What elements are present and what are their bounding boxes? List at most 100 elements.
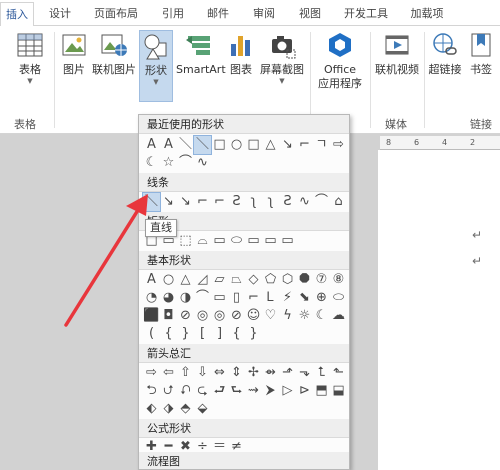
tab-review[interactable]: 审阅 (246, 0, 282, 26)
shape-item[interactable]: ⑧ (330, 271, 347, 289)
shape-item[interactable]: ⬖ (143, 400, 160, 418)
shape-item[interactable]: ＼ (177, 136, 194, 154)
shape-item[interactable]: ⌐ (245, 289, 262, 307)
shape-item[interactable]: ○ (160, 271, 177, 289)
shape-item[interactable]: ⇧ (177, 364, 194, 382)
shape-item[interactable]: ◿ (194, 271, 211, 289)
tab-insert[interactable]: 插入 (0, 2, 34, 27)
shape-item[interactable]: ◎ (194, 307, 211, 325)
shape-item[interactable]: ⌓ (194, 232, 211, 250)
arc-item[interactable]: ⌒ (313, 193, 330, 211)
shape-item[interactable]: ⬡ (279, 271, 296, 289)
shape-item[interactable]: ⬏ (279, 364, 296, 382)
shape-item[interactable]: [ (194, 325, 211, 343)
shape-item[interactable]: ⮞ (262, 382, 279, 400)
shape-item[interactable]: ⮍ (160, 382, 177, 400)
tab-developer[interactable]: 开发工具 (338, 0, 394, 26)
shape-item[interactable]: ◎ (211, 307, 228, 325)
shape-item[interactable]: ] (211, 325, 228, 343)
curved-arrow-item[interactable]: ʅ (245, 193, 262, 211)
shape-item[interactable]: △ (262, 136, 279, 154)
shape-item[interactable]: ⇩ (194, 364, 211, 382)
shape-item[interactable]: ⬚ (177, 232, 194, 250)
shape-item[interactable]: ⇦ (160, 364, 177, 382)
smartart-button[interactable]: SmartArt (176, 30, 226, 77)
shape-item[interactable]: ⊘ (177, 307, 194, 325)
shape-item[interactable]: ⬭ (228, 232, 245, 250)
freeform-item[interactable]: ∿ (296, 193, 313, 211)
shape-item[interactable]: A (160, 136, 177, 154)
shape-item[interactable]: ▭ (245, 232, 262, 250)
shape-item[interactable]: ⬠ (262, 271, 279, 289)
shape-item[interactable]: ⬭ (330, 289, 347, 307)
shape-item[interactable]: ▭ (262, 232, 279, 250)
shape-item[interactable]: □ (245, 136, 262, 154)
shape-item[interactable]: { (160, 325, 177, 343)
shape-item[interactable]: ⬑ (330, 364, 347, 382)
shape-item[interactable]: ⮑ (228, 382, 245, 400)
shape-item[interactable]: ⇕ (228, 364, 245, 382)
shape-item[interactable]: ◕ (160, 289, 177, 307)
elbow-arrow-item[interactable]: ⌐ (211, 193, 228, 211)
elbow-connector-item[interactable]: ⌐ (194, 193, 211, 211)
horizontal-ruler[interactable]: 8 6 4 2 (380, 136, 500, 150)
shape-item[interactable]: ⌒ (177, 154, 194, 172)
tab-design[interactable]: 设计 (42, 0, 78, 26)
shape-item[interactable]: ⇨ (143, 364, 160, 382)
shape-item[interactable]: ⊕ (313, 289, 330, 307)
shape-item[interactable]: ( (143, 325, 160, 343)
double-arrow-shape-item[interactable]: ↘ (177, 193, 194, 211)
shape-item[interactable]: Ꮮ (262, 289, 279, 307)
shape-item[interactable]: ⬒ (313, 382, 330, 400)
shape-item[interactable]: ⬓ (330, 382, 347, 400)
table-button[interactable]: 表格 ▼ (12, 30, 48, 85)
shape-item[interactable]: ☾ (313, 307, 330, 325)
shape-item[interactable]: □ (211, 136, 228, 154)
shape-item[interactable]: ⇨ (330, 136, 347, 154)
shape-item[interactable]: ⯃ (296, 271, 313, 289)
shape-item[interactable]: ⊘ (228, 307, 245, 325)
shape-item[interactable]: ⮐ (211, 382, 228, 400)
document-page[interactable]: ↵ ↵ (378, 150, 500, 470)
shape-item[interactable]: ϟ (279, 307, 296, 325)
shape-item[interactable]: ⇔ (211, 364, 228, 382)
shape-item[interactable]: ◑ (177, 289, 194, 307)
shape-item[interactable]: ▭ (211, 289, 228, 307)
shape-item[interactable]: ↘ (279, 136, 296, 154)
shape-item[interactable]: ㄱ (313, 136, 330, 154)
tab-add-ins[interactable]: 加载项 (404, 0, 450, 26)
shape-item[interactable]: ▱ (211, 271, 228, 289)
shape-item[interactable]: ◔ (143, 289, 160, 307)
curve-item[interactable]: Ƨ (279, 193, 296, 211)
shape-item[interactable]: ⚡ (279, 289, 296, 307)
shape-item[interactable]: ⇴ (262, 364, 279, 382)
tab-page-layout[interactable]: 页面布局 (88, 0, 144, 26)
arrow-line-shape-item[interactable]: ↘ (160, 193, 177, 211)
shapes-button[interactable]: 形状 ▼ (139, 30, 173, 102)
shape-item[interactable]: ▯ (228, 289, 245, 307)
shape-item[interactable]: ♡ (262, 307, 279, 325)
shape-item[interactable]: ⑦ (313, 271, 330, 289)
tab-references[interactable]: 引用 (155, 0, 191, 26)
shape-item[interactable]: ⬛ (143, 307, 160, 325)
shape-item[interactable]: ⮤ (313, 364, 330, 382)
shape-item[interactable]: ⬙ (194, 400, 211, 418)
screenshot-button[interactable]: 屏幕截图 ▼ (258, 30, 306, 85)
shape-item[interactable]: ☁ (330, 307, 347, 325)
chart-button[interactable]: 图表 (226, 30, 256, 77)
shape-item[interactable]: ○ (228, 136, 245, 154)
bookmark-button[interactable]: 书签 (466, 30, 496, 77)
shape-item[interactable]: ⬎ (296, 364, 313, 382)
hyperlink-button[interactable]: 超链接 (427, 30, 463, 77)
shape-item[interactable]: ☾ (143, 154, 160, 172)
shape-item[interactable]: ◘ (160, 307, 177, 325)
office-apps-button[interactable]: Office 应用程序 (313, 30, 367, 91)
line-shape-item[interactable]: ＼ (142, 192, 161, 212)
tab-view[interactable]: 视图 (292, 0, 328, 26)
shape-item[interactable]: ✢ (245, 364, 262, 382)
shape-item[interactable]: ⌐ (296, 136, 313, 154)
picture-button[interactable]: 图片 (58, 30, 90, 77)
shape-item[interactable]: ⮌ (143, 382, 160, 400)
shape-item[interactable]: ▭ (279, 232, 296, 250)
shape-item[interactable]: ◇ (245, 271, 262, 289)
